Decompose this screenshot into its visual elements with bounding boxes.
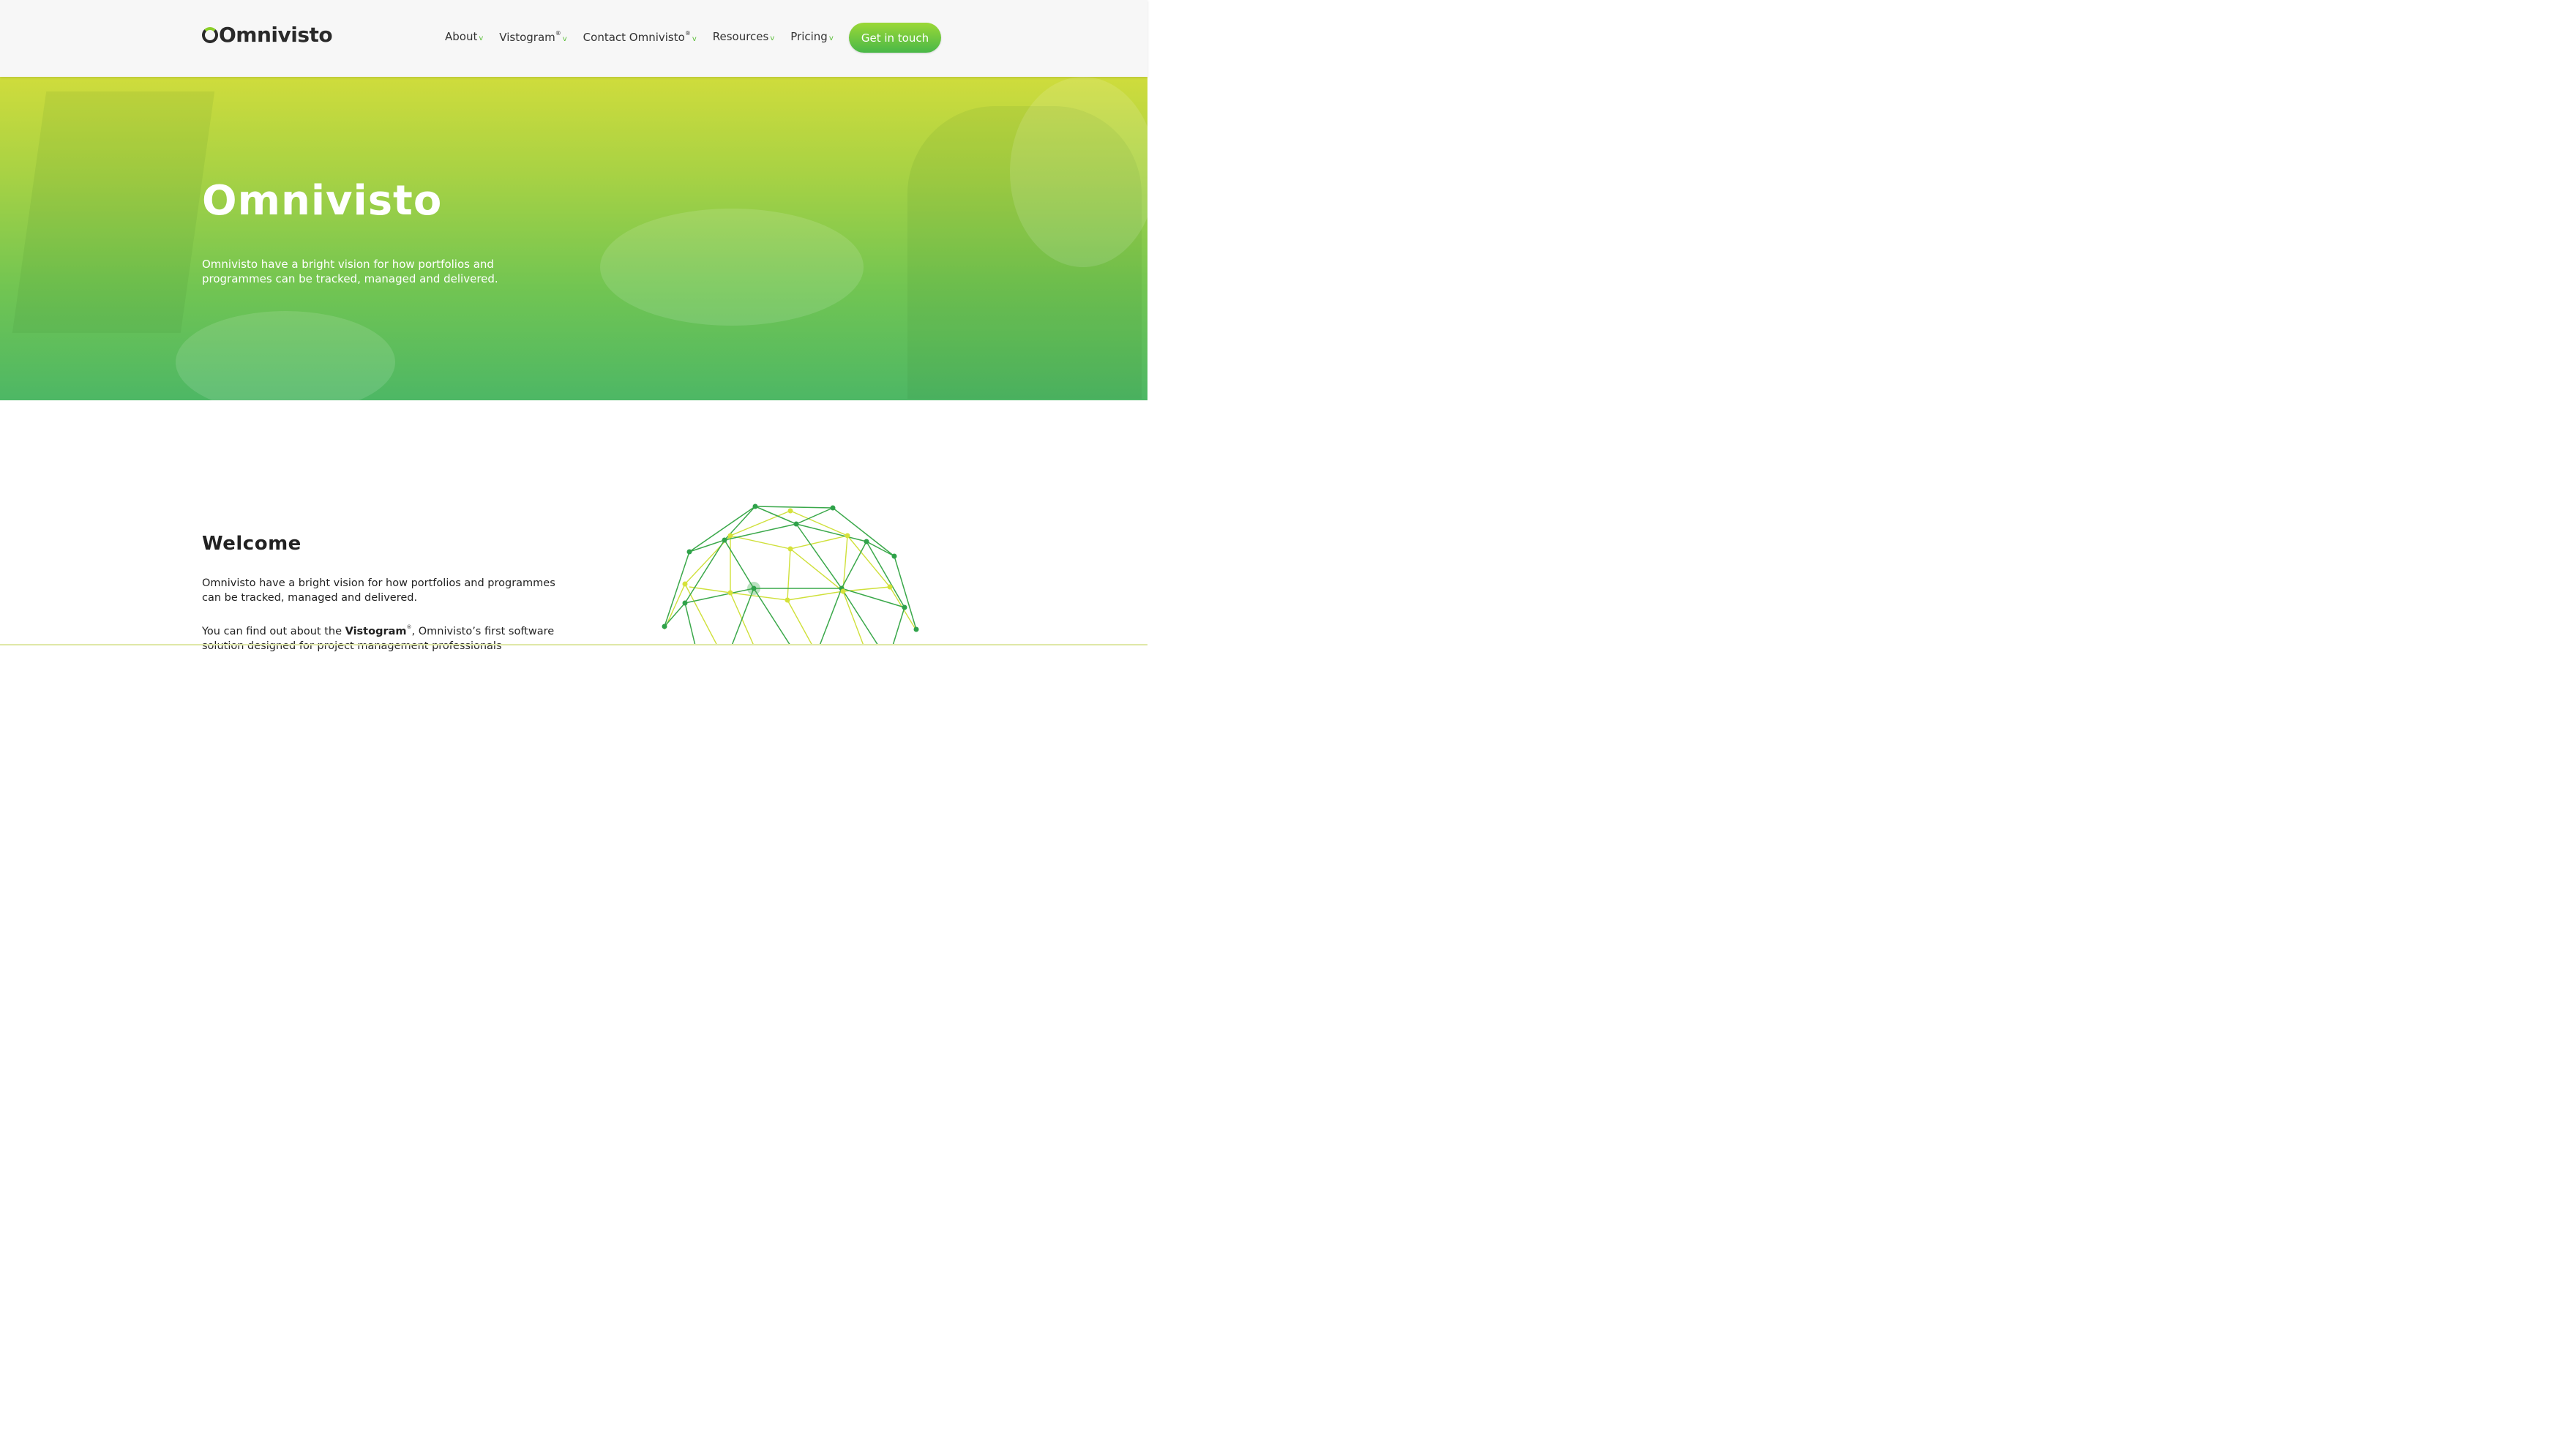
sphere-node xyxy=(830,505,836,511)
chevron-down-icon: v xyxy=(479,34,484,42)
main-nav: About v Vistogram®v Contact Omnivisto®v R… xyxy=(445,28,850,45)
nav-label: Contact Omnivisto xyxy=(583,30,685,44)
sphere-node xyxy=(722,537,727,543)
sphere-node xyxy=(752,503,758,509)
geodesic-sphere-illustration xyxy=(662,503,919,645)
chevron-down-icon: v xyxy=(770,34,775,42)
chevron-down-icon: v xyxy=(828,34,834,42)
sphere-node xyxy=(662,624,667,629)
sphere-node xyxy=(787,546,793,552)
sphere-node xyxy=(891,553,897,559)
registered-mark: ® xyxy=(406,624,412,630)
sphere-node xyxy=(840,588,846,594)
vistogram-link[interactable]: Vistogram xyxy=(345,626,407,637)
registered-mark: ® xyxy=(555,29,561,37)
sphere-node xyxy=(682,600,688,606)
sphere-light-lines xyxy=(664,510,916,645)
sphere-node xyxy=(727,533,733,539)
hero-background-blur xyxy=(1010,77,1147,267)
sphere-node xyxy=(751,585,757,591)
sphere-node xyxy=(864,539,869,544)
hero-title: Omnivisto xyxy=(202,177,443,225)
nav-label: About xyxy=(445,30,478,43)
nav-item-vistogram[interactable]: Vistogram®v xyxy=(499,30,566,44)
sphere-node xyxy=(845,533,850,539)
text: You can find out about the xyxy=(202,626,345,637)
nav-item-contact[interactable]: Contact Omnivisto®v xyxy=(583,30,697,44)
nav-label: Pricing xyxy=(790,30,828,43)
sphere-node xyxy=(887,584,893,590)
chevron-down-icon: v xyxy=(692,34,697,43)
sphere-node xyxy=(787,508,793,514)
sphere-node xyxy=(682,581,688,587)
sphere-node xyxy=(913,626,919,632)
site-header: Omnivisto About v Vistogram®v Contact Omn… xyxy=(0,0,1147,77)
page-divider xyxy=(0,644,1147,645)
nav-item-resources[interactable]: Resources v xyxy=(713,30,775,43)
sphere-node xyxy=(902,604,907,610)
logo-text: Omnivisto xyxy=(219,23,333,47)
welcome-paragraph-vistogram: You can find out about the Vistogram®, O… xyxy=(202,620,568,654)
chevron-down-icon: v xyxy=(562,34,567,43)
sphere-node xyxy=(727,590,733,596)
welcome-heading: Welcome xyxy=(202,533,302,555)
sphere-node xyxy=(686,549,692,555)
nav-label: Vistogram xyxy=(499,30,555,44)
hero-description: Omnivisto have a bright vision for how p… xyxy=(202,258,498,285)
nav-label: Resources xyxy=(712,30,769,43)
registered-mark: ® xyxy=(684,29,691,37)
logo-o-icon xyxy=(202,27,218,43)
hero-background-laptop xyxy=(12,91,215,333)
hero-background-blur xyxy=(600,209,864,326)
nav-item-about[interactable]: About v xyxy=(445,30,483,43)
sphere-dark-lines xyxy=(664,506,917,645)
hero-banner: Omnivisto Omnivisto have a bright vision… xyxy=(0,77,1147,400)
omnivisto-logo[interactable]: Omnivisto xyxy=(202,23,333,47)
nav-item-pricing[interactable]: Pricing v xyxy=(790,30,833,43)
get-in-touch-button[interactable]: Get in touch xyxy=(849,23,941,53)
welcome-paragraph: Omnivisto have a bright vision for how p… xyxy=(202,577,555,604)
sphere-node xyxy=(785,597,790,603)
hero-background-hand xyxy=(176,311,395,400)
sphere-node xyxy=(793,521,799,527)
